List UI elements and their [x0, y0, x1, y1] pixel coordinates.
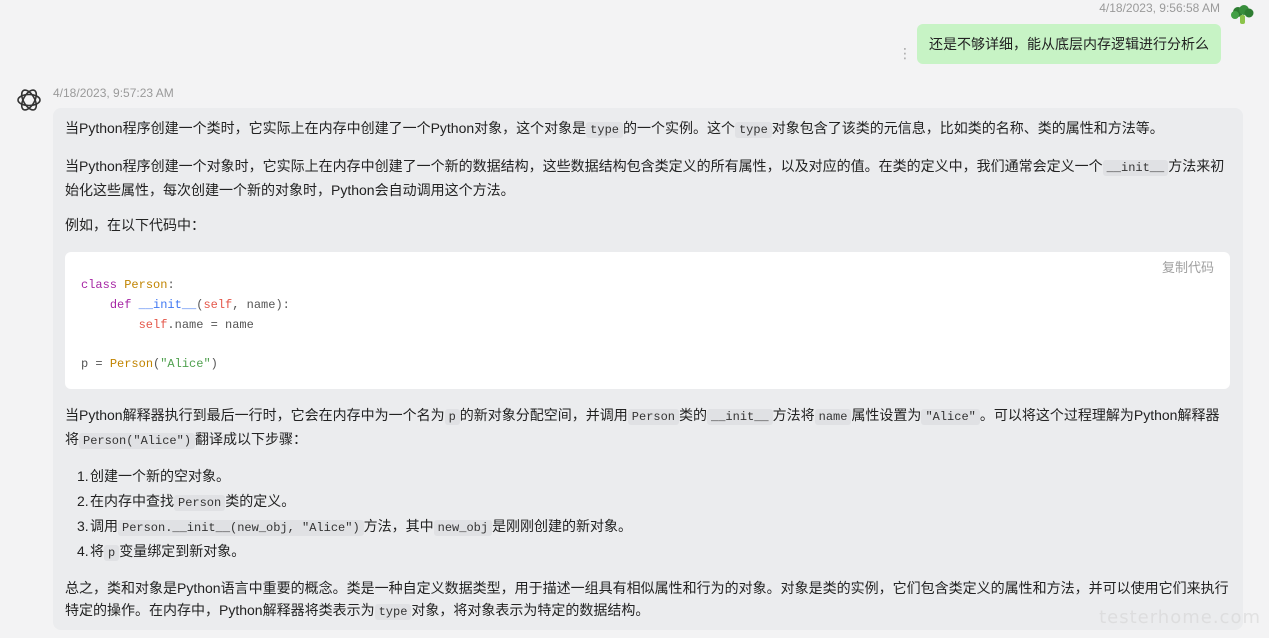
code-text: , name):	[232, 298, 290, 312]
paragraph-text: 对象包含了该类的元信息，比如类的名称、类的属性和方法等。	[771, 120, 1164, 136]
inline-code: name	[814, 409, 852, 425]
inline-code: Person	[627, 409, 680, 425]
code-string: "Alice"	[160, 357, 211, 371]
list-text: 调用	[90, 518, 118, 534]
answer-paragraph-5: 总之，类和对象是Python语言中重要的概念。类是一种自定义数据类型，用于描述一…	[65, 577, 1231, 623]
code-keyword: class	[81, 278, 118, 292]
inline-code: Person.__init__(new_obj, "Alice")	[118, 520, 364, 536]
code-line-1: class Person:	[81, 278, 175, 292]
answer-paragraph-2: 当Python程序创建一个对象时，它实际上在内存中创建了一个新的数据结构，这些数…	[65, 155, 1231, 201]
list-text: 变量绑定到新对象。	[119, 543, 246, 559]
code-class-name: Person	[124, 278, 168, 292]
code-keyword: def	[109, 298, 132, 312]
paragraph-text: 方法将	[772, 407, 815, 423]
paragraph-text: 当Python程序创建一个类时，它实际上在内存中创建了一个Python对象，这个…	[65, 120, 587, 136]
inline-code: "Alice"	[921, 409, 980, 425]
paragraph-text: 的新对象分配空间，并调用	[459, 407, 628, 423]
list-text: 方法，其中	[363, 518, 434, 534]
code-function-name: __init__	[138, 298, 197, 312]
more-vertical-icon[interactable]: ⋮	[898, 46, 912, 60]
code-self: self	[138, 318, 168, 332]
list-number: 3.	[77, 518, 89, 534]
list-text: 创建一个新的空对象。	[90, 468, 230, 484]
code-punctuation: :	[167, 278, 175, 292]
paragraph-text: 类的	[679, 407, 708, 423]
list-text: 类的定义。	[225, 493, 296, 509]
inline-code: p	[104, 545, 120, 561]
answer-paragraph-1: 当Python程序创建一个类时，它实际上在内存中创建了一个Python对象，这个…	[65, 117, 1231, 141]
code-text: p =	[81, 357, 110, 371]
paragraph-text: 当Python程序创建一个对象时，它实际上在内存中创建了一个新的数据结构，这些数…	[65, 158, 1103, 174]
code-class-name: Person	[109, 357, 154, 371]
copy-code-button[interactable]: 复制代码	[1162, 257, 1214, 276]
bot-message-timestamp: 4/18/2023, 9:57:23 AM	[53, 86, 174, 100]
watermark: testerhome.com	[1099, 607, 1261, 628]
list-item: 4.将 p 变量绑定到新对象。	[65, 539, 632, 564]
user-message-timestamp: 4/18/2023, 9:56:58 AM	[1099, 1, 1220, 15]
code-line-4: p = Person("Alice")	[81, 357, 218, 371]
inline-code: Person("Alice")	[79, 433, 196, 449]
broccoli-avatar-icon[interactable]	[1229, 4, 1255, 26]
list-number: 2.	[77, 493, 89, 509]
answer-paragraph-3: 例如，在以下代码中：	[65, 217, 205, 233]
code-line-3: self.name = name	[81, 318, 254, 332]
bot-message-card: 当Python程序创建一个类时，它实际上在内存中创建了一个Python对象，这个…	[53, 108, 1243, 630]
list-item: 2.在内存中查找 Person 类的定义。	[65, 489, 632, 514]
inline-code: type	[586, 122, 623, 138]
inline-code: __init__	[707, 409, 773, 425]
list-item: 3.调用 Person.__init__(new_obj, "Alice") 方法，…	[65, 514, 632, 539]
inline-code: type	[734, 122, 772, 138]
inline-code: new_obj	[433, 520, 493, 536]
code-self: self	[203, 298, 233, 312]
inline-code: __init__	[1102, 160, 1169, 176]
paragraph-text: 的一个实例。这个	[622, 120, 735, 136]
paragraph-text: 对象，将对象表示为特定的数据结构。	[411, 602, 650, 618]
inline-code: type	[374, 604, 412, 620]
paragraph-text: 当Python解释器执行到最后一行时，它会在内存中为一个名为	[65, 407, 445, 423]
list-item: 1.创建一个新的空对象。	[65, 464, 632, 489]
list-text: 将	[90, 543, 104, 559]
steps-list: 1.创建一个新的空对象。 2.在内存中查找 Person 类的定义。 3.调用 Per…	[65, 464, 632, 564]
inline-code: p	[444, 409, 460, 425]
paragraph-text: 翻译成以下步骤：	[195, 431, 308, 447]
paragraph-text: 属性设置为	[851, 407, 922, 423]
openai-logo-icon	[17, 89, 41, 111]
list-number: 4.	[77, 543, 89, 559]
list-text: 在内存中查找	[90, 493, 174, 509]
list-number: 1.	[77, 468, 89, 484]
code-block: 复制代码 class Person: def __init__(self, na…	[65, 252, 1230, 389]
user-message-bubble: 还是不够详细，能从底层内存逻辑进行分析么	[917, 24, 1221, 64]
code-text: .name = name	[167, 318, 254, 332]
code-punctuation: )	[210, 357, 218, 371]
list-text: 是刚刚创建的新对象。	[492, 518, 633, 534]
chat-page: 4/18/2023, 9:56:58 AM ⋮ 还是不够详细，能从底层内存逻辑进…	[0, 0, 1269, 638]
code-line-2: def __init__(self, name):	[81, 298, 290, 312]
inline-code: Person	[174, 495, 226, 511]
answer-paragraph-4: 当Python解释器执行到最后一行时，它会在内存中为一个名为 p 的新对象分配空间，…	[65, 404, 1231, 452]
